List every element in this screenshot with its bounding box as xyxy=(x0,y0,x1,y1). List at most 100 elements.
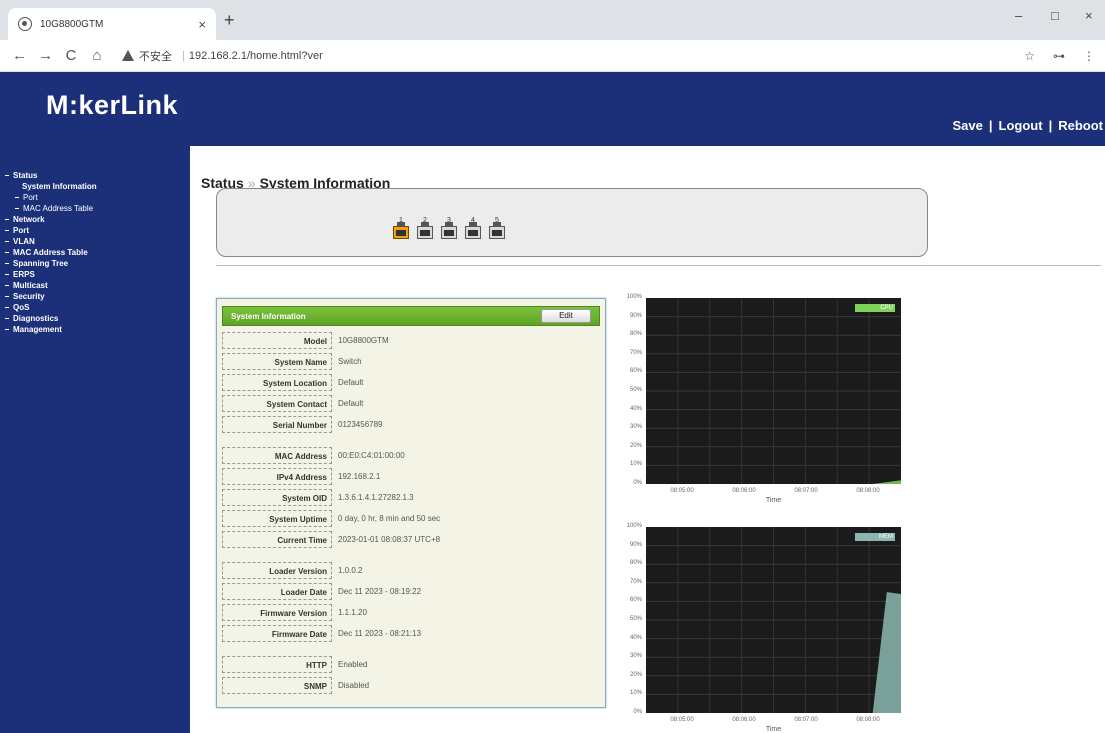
sidebar-item[interactable]: Network xyxy=(0,214,190,225)
insecure-warning[interactable]: 不安全 xyxy=(122,48,172,64)
info-value: Dec 11 2023 - 08:21:13 xyxy=(338,629,422,638)
sidebar-item[interactable]: Port xyxy=(0,192,190,203)
info-value: Disabled xyxy=(338,681,370,690)
url-field[interactable]: | 192.168.2.1/home.html?ver xyxy=(178,50,323,62)
bullet-icon xyxy=(5,230,9,232)
bullet-icon xyxy=(15,208,19,210)
info-key: System Name xyxy=(222,353,332,370)
sidebar-item-label: Management xyxy=(13,325,62,334)
ethernet-port-icon xyxy=(393,222,409,239)
warning-icon xyxy=(122,50,134,61)
sidebar-item[interactable]: Spanning Tree xyxy=(0,258,190,269)
sidebar-item[interactable]: QoS xyxy=(0,302,190,313)
bullet-icon xyxy=(15,197,19,199)
sidebar-item[interactable]: System Information xyxy=(0,181,190,192)
back-icon[interactable]: ← xyxy=(12,47,27,64)
port-5[interactable]: 5 xyxy=(489,217,505,241)
chart-plot xyxy=(646,527,901,713)
info-row: Current Time 2023-01-01 08:08:37 UTC+8 xyxy=(222,531,600,549)
sidebar-item[interactable]: Port xyxy=(0,225,190,236)
info-value: 00:E0:C4:01:00:00 xyxy=(338,451,405,460)
browser-tab[interactable]: 10G8800GTM × xyxy=(8,8,216,40)
info-key: System Uptime xyxy=(222,510,332,527)
info-key: System OID xyxy=(222,489,332,506)
key-icon[interactable]: ⊶ xyxy=(1053,49,1065,63)
reboot-link[interactable]: Reboot xyxy=(1058,118,1103,133)
globe-icon xyxy=(18,17,32,31)
port-2[interactable]: 2 xyxy=(417,217,433,241)
port-4[interactable]: 4 xyxy=(465,217,481,241)
address-bar: ← → C ⌂ 不安全 | 192.168.2.1/home.html?ver ☆… xyxy=(0,40,1105,72)
browser-tab-bar: 10G8800GTM × + – □ × xyxy=(0,0,1105,40)
info-key: Model xyxy=(222,332,332,349)
sidebar-item-label: Spanning Tree xyxy=(13,259,69,268)
home-icon[interactable]: ⌂ xyxy=(90,47,104,64)
logout-link[interactable]: Logout xyxy=(999,118,1043,133)
info-key: System Contact xyxy=(222,395,332,412)
sidebar-item[interactable]: ERPS xyxy=(0,269,190,280)
y-tick-label: 0% xyxy=(633,709,642,715)
sidebar-item-label: Diagnostics xyxy=(13,314,59,323)
sidebar-item[interactable]: Diagnostics xyxy=(0,313,190,324)
y-tick-label: 30% xyxy=(629,653,642,660)
menu-icon[interactable]: ⋮ xyxy=(1083,49,1095,63)
info-value: 1.0.0.2 xyxy=(338,566,363,575)
y-tick-label: 50% xyxy=(629,616,642,622)
save-link[interactable]: Save xyxy=(953,118,983,133)
info-value: 0123456789 xyxy=(338,420,383,429)
y-tick-label: 40% xyxy=(629,634,642,641)
url-text: 192.168.2.1/home.html?ver xyxy=(188,49,323,62)
y-tick-label: 70% xyxy=(629,349,642,356)
window-close-icon[interactable]: × xyxy=(1085,8,1093,23)
info-row: System Location Default xyxy=(222,374,600,392)
sidebar-item-label: System Information xyxy=(22,182,97,191)
sidebar-item-label: QoS xyxy=(13,303,30,312)
info-key: Serial Number xyxy=(222,416,332,433)
info-row: Firmware Date Dec 11 2023 - 08:21:13 xyxy=(222,625,600,643)
info-row: Model 10G8800GTM xyxy=(222,332,600,350)
page-header: M:kerLink Save | Logout | Reboot xyxy=(0,72,1105,146)
sidebar-item[interactable]: VLAN xyxy=(0,236,190,247)
info-row: Serial Number 0123456789 xyxy=(222,416,600,434)
sidebar-item[interactable]: MAC Address Table xyxy=(0,203,190,214)
info-value: Dec 11 2023 - 08:19:22 xyxy=(338,587,422,596)
info-value: Switch xyxy=(338,357,362,366)
sidebar-item[interactable]: Multicast xyxy=(0,280,190,291)
info-value: Default xyxy=(338,399,364,408)
sidebar-item[interactable]: Management xyxy=(0,324,190,335)
sidebar-item-label: Security xyxy=(13,292,45,301)
x-axis-title: Time xyxy=(765,497,782,504)
info-row: SNMP Disabled xyxy=(222,677,600,695)
divider xyxy=(216,265,1101,266)
sidebar-item[interactable]: MAC Address Table xyxy=(0,247,190,258)
brand-logo: M:kerLink xyxy=(46,90,179,120)
info-value: 10G8800GTM xyxy=(338,336,389,345)
ethernet-port-icon xyxy=(489,222,505,239)
y-tick-label: 10% xyxy=(629,690,642,697)
info-value: 2023-01-01 08:08:37 UTC+8 xyxy=(338,535,441,544)
port-3[interactable]: 3 xyxy=(441,217,457,241)
x-tick-label: 08:07:00 xyxy=(794,488,818,494)
star-icon[interactable]: ☆ xyxy=(1024,49,1035,63)
new-tab-icon[interactable]: + xyxy=(224,10,235,31)
ethernet-port-icon xyxy=(441,222,457,239)
top-links: Save | Logout | Reboot xyxy=(953,118,1103,133)
sidebar-item[interactable]: Status xyxy=(0,170,190,181)
sidebar-item-label: Port xyxy=(23,193,38,202)
info-value: Enabled xyxy=(338,660,368,669)
info-row: System Uptime 0 day, 0 hr, 8 min and 50 s… xyxy=(222,510,600,528)
info-row: Loader Version 1.0.0.2 xyxy=(222,562,600,580)
sidebar-item[interactable]: Security xyxy=(0,291,190,302)
reload-icon[interactable]: C xyxy=(64,47,78,64)
forward-icon[interactable]: → xyxy=(38,47,53,64)
system-info-header: System Information Edit xyxy=(222,306,600,326)
y-tick-label: 50% xyxy=(629,387,642,393)
edit-button[interactable]: Edit xyxy=(541,309,591,323)
y-tick-label: 70% xyxy=(629,578,642,585)
tab-close-icon[interactable]: × xyxy=(198,17,206,32)
main-content: Status» System Information 12345 System I… xyxy=(190,146,1105,733)
maximize-icon[interactable]: □ xyxy=(1051,8,1059,23)
minimize-icon[interactable]: – xyxy=(1015,8,1022,23)
sidebar-item-label: MAC Address Table xyxy=(23,204,94,213)
port-1[interactable]: 1 xyxy=(393,217,409,241)
